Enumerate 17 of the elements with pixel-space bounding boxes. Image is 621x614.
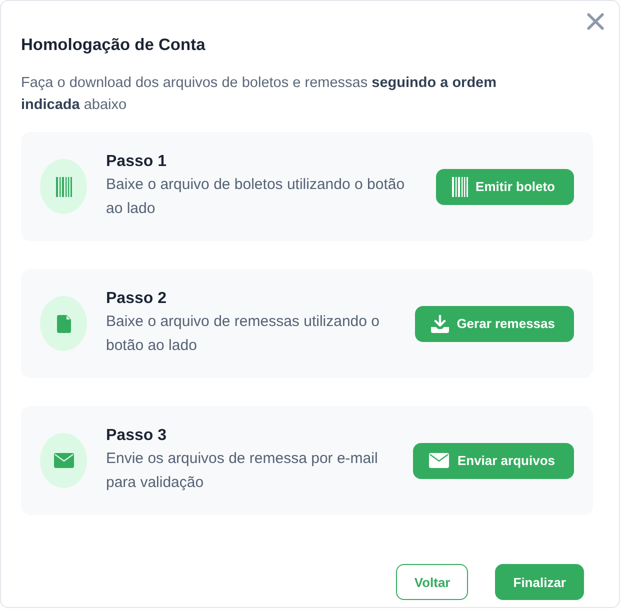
finish-button[interactable]: Finalizar <box>495 564 584 600</box>
step-title: Passo 1 <box>106 152 168 172</box>
step-title: Passo 3 <box>106 426 168 446</box>
step-action-button[interactable]: Gerar remessas <box>414 306 574 342</box>
step-description: Envie os arquivos de remessa por e-mail para validação <box>106 449 379 493</box>
step-title: Passo 2 <box>106 289 168 309</box>
step-action-button[interactable]: Emitir boleto <box>436 168 574 204</box>
barcode-icon <box>452 176 468 196</box>
close-icon[interactable] <box>587 13 604 30</box>
step-description: Baixe o arquivo de remessas utilizando o botão ao lado <box>106 312 380 356</box>
back-button[interactable]: Voltar <box>396 564 468 600</box>
step-action-button[interactable]: Enviar arquivos <box>413 442 574 478</box>
dialog-title: Homologação de Conta <box>21 35 206 56</box>
envelope-icon <box>429 453 450 468</box>
step-description: Baixe o arquivo de boletos utilizando o botão ao lado <box>106 175 406 219</box>
instructions-text: Faça o download dos arquivos de boletos e remessas seguindo a ordem indicada abaixo <box>21 74 498 115</box>
download-icon <box>430 314 449 332</box>
